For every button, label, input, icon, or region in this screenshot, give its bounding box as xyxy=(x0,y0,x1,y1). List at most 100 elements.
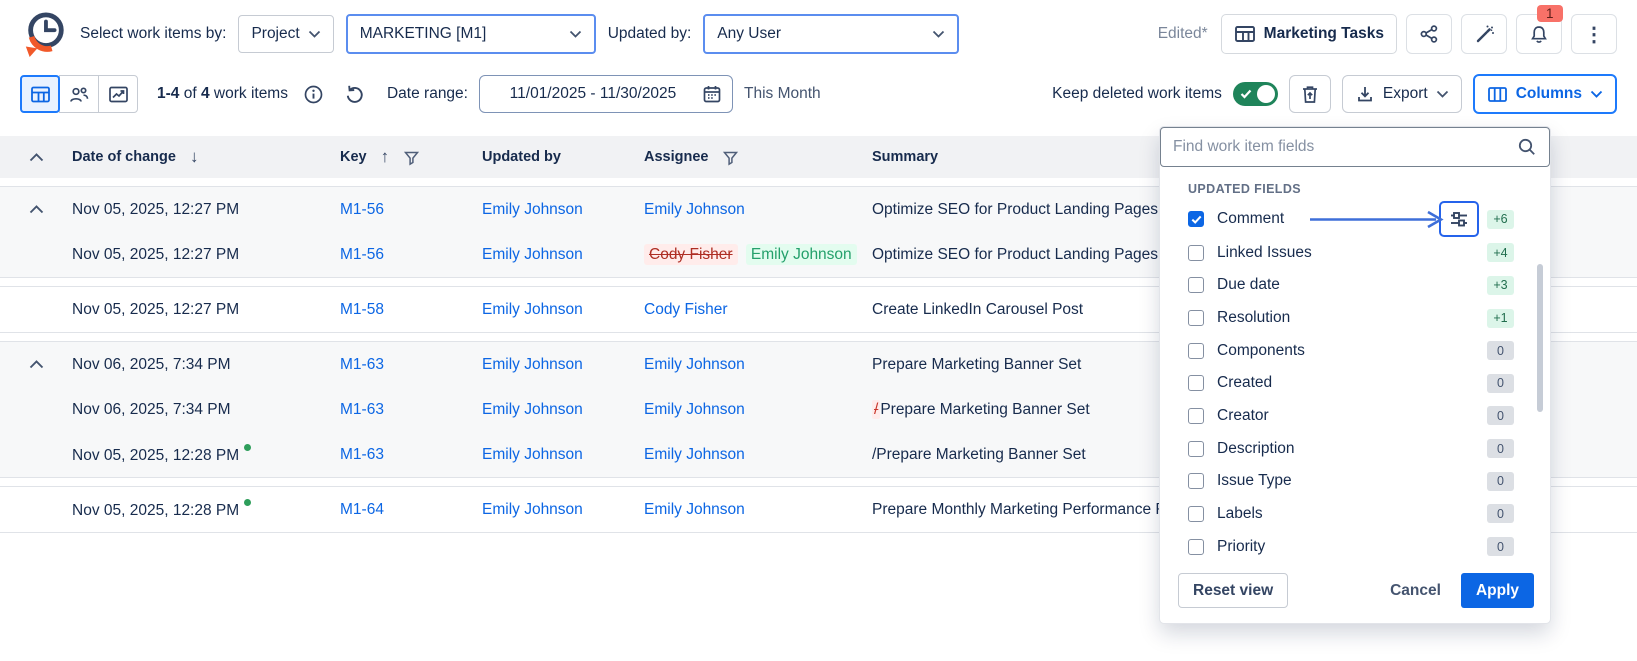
date-cell: Nov 05, 2025, 12:27 PM xyxy=(72,201,340,219)
chart-view-tab[interactable] xyxy=(98,75,138,113)
checkbox-unchecked[interactable] xyxy=(1188,310,1204,326)
export-button[interactable]: Export xyxy=(1342,75,1462,113)
columns-button[interactable]: Columns xyxy=(1473,74,1617,114)
delete-button[interactable] xyxy=(1289,75,1331,113)
view-switcher xyxy=(20,75,138,113)
field-count-badge: 0 xyxy=(1487,472,1514,491)
collapse-all-button[interactable] xyxy=(29,153,44,162)
field-label: Description xyxy=(1217,440,1487,458)
date-range-input[interactable] xyxy=(490,85,696,103)
panel-scrollbar[interactable] xyxy=(1537,264,1543,412)
filter-icon[interactable] xyxy=(722,149,739,166)
field-row-priority[interactable]: Priority 0 xyxy=(1160,530,1550,563)
saved-view-button[interactable]: Marketing Tasks xyxy=(1221,14,1397,54)
assignee-link[interactable]: Emily Johnson xyxy=(644,356,872,374)
field-row-due-date[interactable]: Due date +3 xyxy=(1160,269,1550,302)
calendar-icon[interactable] xyxy=(702,84,722,104)
field-row-labels[interactable]: Labels 0 xyxy=(1160,498,1550,531)
field-row-resolution[interactable]: Resolution +1 xyxy=(1160,302,1550,335)
checkbox-unchecked[interactable] xyxy=(1188,408,1204,424)
keep-deleted-toggle[interactable] xyxy=(1233,82,1278,106)
work-item-key-link[interactable]: M1-63 xyxy=(340,446,482,464)
comment-added-dot xyxy=(244,499,251,506)
work-items-count: 1-4 of 4 work items xyxy=(157,85,288,103)
checkbox-unchecked[interactable] xyxy=(1188,539,1204,555)
share-icon xyxy=(1419,24,1439,44)
suggestions-button[interactable] xyxy=(1461,14,1507,54)
work-item-key-link[interactable]: M1-63 xyxy=(340,356,482,374)
sliders-icon xyxy=(1449,210,1469,228)
field-row-components[interactable]: Components 0 xyxy=(1160,334,1550,367)
field-search-input[interactable] xyxy=(1173,138,1517,156)
checkbox-checked[interactable] xyxy=(1188,211,1204,227)
info-button[interactable] xyxy=(299,79,329,109)
reset-filters-button[interactable] xyxy=(340,79,370,109)
updated-by-link[interactable]: Emily Johnson xyxy=(482,301,644,319)
updated-by-link[interactable]: Emily Johnson xyxy=(482,501,644,519)
header-date-of-change[interactable]: Date of change ↓ xyxy=(72,147,340,167)
project-dropdown[interactable]: Project xyxy=(238,15,333,53)
notifications-button[interactable]: 1 xyxy=(1516,14,1562,54)
checkbox-unchecked[interactable] xyxy=(1188,277,1204,293)
field-row-comment[interactable]: Comment +6 xyxy=(1160,202,1550,237)
header-key[interactable]: Key ↑ xyxy=(340,147,482,167)
field-settings-button[interactable] xyxy=(1439,201,1479,237)
field-count-badge: 0 xyxy=(1487,406,1514,425)
date-range-input-wrap xyxy=(479,75,733,113)
reset-view-button[interactable]: Reset view xyxy=(1178,573,1288,608)
updated-by-select[interactable]: Any User xyxy=(703,14,959,54)
refresh-icon xyxy=(344,84,365,105)
history-clock-logo-icon xyxy=(22,10,68,58)
checkbox-unchecked[interactable] xyxy=(1188,375,1204,391)
work-item-key-link[interactable]: M1-56 xyxy=(340,201,482,219)
field-search[interactable] xyxy=(1160,127,1550,167)
work-item-key-link[interactable]: M1-64 xyxy=(340,501,482,519)
field-row-created[interactable]: Created 0 xyxy=(1160,367,1550,400)
updated-by-link[interactable]: Emily Johnson xyxy=(482,246,644,264)
date-cell: Nov 06, 2025, 7:34 PM xyxy=(72,356,340,374)
checkbox-unchecked[interactable] xyxy=(1188,245,1204,261)
updated-by-link[interactable]: Emily Johnson xyxy=(482,446,644,464)
line-chart-icon xyxy=(108,85,129,104)
chevron-down-icon xyxy=(1436,90,1449,98)
assignee-link[interactable]: Cody Fisher xyxy=(644,301,872,319)
checkbox-unchecked[interactable] xyxy=(1188,441,1204,457)
field-row-linked-issues[interactable]: Linked Issues +4 xyxy=(1160,236,1550,269)
assignee-link[interactable]: Emily Johnson xyxy=(644,201,872,219)
filter-icon[interactable] xyxy=(403,149,420,166)
collapse-group-button[interactable] xyxy=(29,205,44,214)
field-row-description[interactable]: Description 0 xyxy=(1160,432,1550,465)
people-view-tab[interactable] xyxy=(59,75,99,113)
people-icon xyxy=(68,85,90,104)
checkbox-unchecked[interactable] xyxy=(1188,473,1204,489)
updated-by-link[interactable]: Emily Johnson xyxy=(482,201,644,219)
table-view-tab[interactable] xyxy=(20,75,60,113)
more-menu-button[interactable]: ⋮ xyxy=(1571,14,1617,54)
project-select[interactable]: MARKETING [M1] xyxy=(346,14,596,54)
cancel-button[interactable]: Cancel xyxy=(1390,582,1441,600)
updated-by-link[interactable]: Emily Johnson xyxy=(482,356,644,374)
field-row-creator[interactable]: Creator 0 xyxy=(1160,400,1550,433)
header-assignee[interactable]: Assignee xyxy=(644,149,872,166)
assignee-new-value: Emily Johnson xyxy=(746,244,857,265)
share-button[interactable] xyxy=(1406,14,1452,54)
assignee-link[interactable]: Emily Johnson xyxy=(644,401,872,419)
collapse-group-button[interactable] xyxy=(29,360,44,369)
updated-fields-section-title: UPDATED FIELDS xyxy=(1188,182,1550,196)
checkbox-unchecked[interactable] xyxy=(1188,506,1204,522)
sort-asc-icon[interactable]: ↑ xyxy=(381,147,390,167)
check-icon xyxy=(1191,215,1202,224)
assignee-link[interactable]: Emily Johnson xyxy=(644,446,872,464)
search-icon xyxy=(1517,137,1537,157)
sort-desc-icon[interactable]: ↓ xyxy=(190,147,199,167)
date-cell: Nov 05, 2025, 12:27 PM xyxy=(72,301,340,319)
work-item-key-link[interactable]: M1-56 xyxy=(340,246,482,264)
apply-button[interactable]: Apply xyxy=(1461,573,1534,608)
work-item-key-link[interactable]: M1-63 xyxy=(340,401,482,419)
field-row-issue-type[interactable]: Issue Type 0 xyxy=(1160,465,1550,498)
work-item-key-link[interactable]: M1-58 xyxy=(340,301,482,319)
header-updated-by[interactable]: Updated by xyxy=(482,149,644,165)
checkbox-unchecked[interactable] xyxy=(1188,343,1204,359)
updated-by-link[interactable]: Emily Johnson xyxy=(482,401,644,419)
assignee-link[interactable]: Emily Johnson xyxy=(644,501,872,519)
